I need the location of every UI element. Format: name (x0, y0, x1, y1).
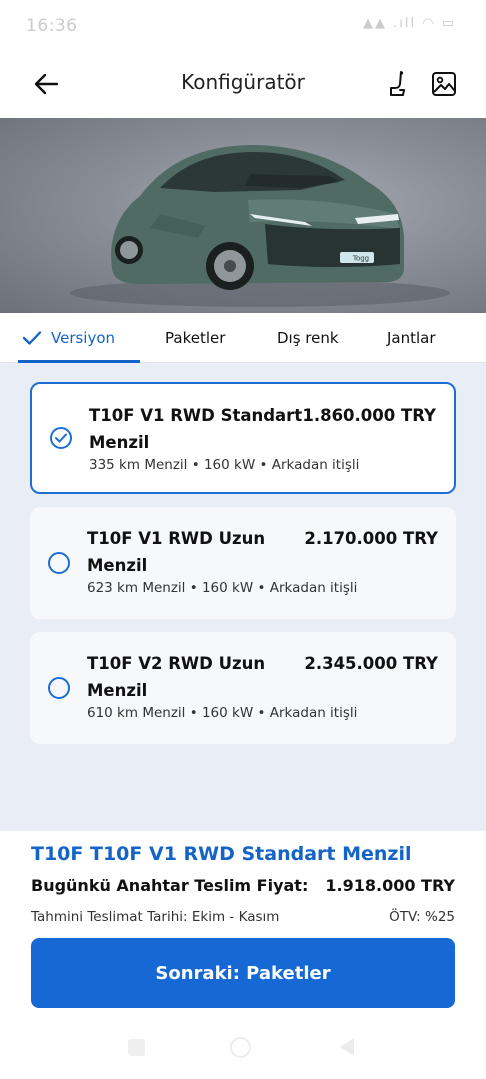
tab-label: Paketler (165, 329, 226, 347)
version-name: T10F V1 RWD Uzun Menzil (87, 529, 266, 575)
version-specs: 610 km Menzil • 160 kW • Arkadan itişli (87, 705, 358, 721)
version-card[interactable]: T10F V1 RWD Uzun Menzil 2.170.000 TRY 62… (30, 507, 456, 619)
configurator-tabs: Versiyon Paketler Dış renk Jantlar (0, 313, 486, 363)
version-name: T10F V2 RWD Uzun Menzil (87, 654, 266, 700)
summary-panel: T10F T10F V1 RWD Standart Menzil Bugünkü… (0, 831, 486, 1079)
back-nav-icon[interactable] (340, 1038, 354, 1056)
plate-text: Togg (352, 255, 369, 263)
system-nav-bar (0, 1029, 486, 1069)
tab-label: Versiyon (51, 329, 116, 347)
tab-dis-renk[interactable]: Dış renk (277, 313, 339, 363)
tab-label: Jantlar (387, 329, 436, 347)
version-specs: 335 km Menzil • 160 kW • Arkadan itişli (89, 457, 360, 473)
check-icon (22, 331, 42, 345)
version-specs: 623 km Menzil • 160 kW • Arkadan itişli (87, 580, 358, 596)
tab-jantlar[interactable]: Jantlar (387, 313, 436, 363)
version-card[interactable]: T10F V2 RWD Uzun Menzil 2.345.000 TRY 61… (30, 632, 456, 744)
car-illustration: Togg (70, 145, 450, 307)
image-icon (432, 72, 456, 96)
otv-rate: ÖTV: %25 (389, 909, 455, 925)
version-price: 2.345.000 TRY (304, 654, 438, 673)
selected-version-name: T10F T10F V1 RWD Standart Menzil (31, 843, 412, 865)
check-icon (55, 433, 67, 443)
home-icon[interactable] (230, 1037, 251, 1058)
gallery-button[interactable] (428, 66, 460, 102)
delivery-estimate: Tahmini Teslimat Tarihi: Ekim - Kasım (31, 909, 280, 925)
tab-paketler[interactable]: Paketler (165, 313, 225, 363)
car-image: Togg (0, 118, 486, 313)
version-name: T10F V1 RWD Standart Menzil (89, 406, 303, 452)
tab-label: Dış renk (277, 329, 339, 347)
version-price: 1.860.000 TRY (302, 406, 436, 425)
price-label: Bugünkü Anahtar Teslim Fiyat: (31, 876, 309, 895)
status-bar: 16:36 ▲▲ .ıll ◠ ▭ (0, 0, 486, 52)
version-list: T10F V1 RWD Standart Menzil 1.860.000 TR… (0, 363, 486, 831)
version-price: 2.170.000 TRY (304, 529, 438, 548)
next-button[interactable]: Sonraki: Paketler (31, 938, 455, 1008)
status-time: 16:36 (26, 16, 78, 36)
version-card[interactable]: T10F V1 RWD Standart Menzil 1.860.000 TR… (30, 382, 456, 494)
radio-selected-icon[interactable] (50, 427, 72, 449)
recents-icon[interactable] (128, 1039, 145, 1056)
price-value: 1.918.000 TRY (325, 876, 455, 895)
app-header: Konfigüratör (0, 52, 486, 118)
interior-view-button[interactable] (382, 66, 414, 102)
seat-icon (390, 71, 405, 96)
tab-versiyon[interactable]: Versiyon (22, 313, 115, 363)
status-icons: ▲▲ .ıll ◠ ▭ (363, 16, 456, 31)
radio-unselected-icon[interactable] (48, 677, 70, 699)
radio-unselected-icon[interactable] (48, 552, 70, 574)
